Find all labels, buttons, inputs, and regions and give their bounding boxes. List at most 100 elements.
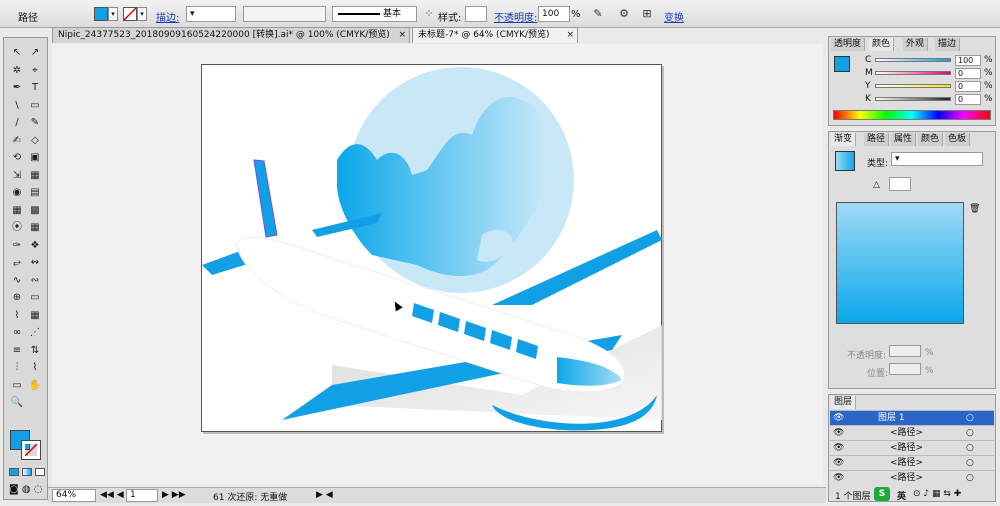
stroke-color-box[interactable]	[21, 440, 41, 460]
tool-icon[interactable]: T	[26, 81, 44, 95]
tool-icon[interactable]: \	[8, 99, 26, 113]
tool-icon[interactable]: ◇	[26, 134, 44, 148]
stop-location-field[interactable]	[889, 363, 921, 375]
tab-document-1[interactable]: Nipic_24377523_20180909160524220000 [转换]…	[52, 27, 410, 43]
tool-icon[interactable]: ▦	[26, 169, 44, 183]
tool-icon[interactable]: ▦	[26, 221, 44, 235]
tab-gradient[interactable]: 渐变	[831, 133, 857, 146]
tool-icon[interactable]: ✋	[26, 379, 44, 393]
tool-icon[interactable]: ↖	[8, 46, 26, 60]
layer-row[interactable]: 👁 <路径> ○	[830, 470, 994, 485]
tab-stroke[interactable]: 描边	[935, 38, 961, 51]
tool-icon[interactable]: ↗	[26, 46, 44, 60]
tool-icon[interactable]: ⇅	[26, 344, 44, 358]
stroke-swatch[interactable]	[123, 7, 137, 21]
tool-icon[interactable]: ⌖	[26, 64, 44, 78]
artboard[interactable]	[201, 64, 662, 432]
layer-row[interactable]: 👁 图层 1 ○	[830, 410, 994, 425]
gradient-mode-icon[interactable]	[22, 468, 32, 476]
draw-mode-icon[interactable]: ◙ ◍ ◌	[9, 484, 43, 495]
tool-icon[interactable]: ∞	[8, 326, 26, 340]
settings-icon[interactable]: ⚙	[616, 6, 632, 22]
target-circle-icon[interactable]: ○	[966, 411, 974, 425]
visibility-eye-icon[interactable]: 👁	[833, 471, 844, 485]
channel-slider[interactable]	[875, 84, 951, 88]
align-grid-icon[interactable]: ⊞	[639, 6, 655, 22]
tab-color-2[interactable]: 颜色	[918, 133, 944, 146]
color-mode-icon[interactable]	[9, 468, 19, 476]
tool-icon[interactable]: ▤	[26, 186, 44, 200]
layer-row[interactable]: 👁 <路径> ○	[830, 425, 994, 440]
page-field[interactable]: 1	[126, 489, 158, 502]
visibility-eye-icon[interactable]: 👁	[833, 456, 844, 470]
visibility-eye-icon[interactable]: 👁	[833, 426, 844, 440]
tool-icon[interactable]: ▦	[8, 204, 26, 218]
tool-icon[interactable]: ✎	[26, 116, 44, 130]
tool-icon[interactable]: ✲	[8, 64, 26, 78]
align-icon[interactable]: ⁘	[421, 6, 437, 22]
ime-language[interactable]: 英	[897, 489, 906, 502]
tool-icon[interactable]: ⌇	[26, 361, 44, 375]
tool-icon[interactable]: ∿	[8, 274, 26, 288]
gradient-ramp[interactable]	[836, 202, 964, 324]
tool-icon[interactable]: ✍	[8, 134, 26, 148]
target-circle-icon[interactable]: ○	[966, 426, 974, 440]
gradient-preview-swatch[interactable]	[835, 151, 855, 171]
close-icon[interactable]: ×	[398, 28, 406, 43]
tab-transparency[interactable]: 透明度	[831, 38, 866, 51]
ime-toolbar-icons[interactable]: ⊙ ♪ ▦ ⇆ ✚	[913, 489, 961, 499]
tab-attributes[interactable]: 属性	[891, 133, 917, 146]
tool-icon[interactable]: ❖	[26, 239, 44, 253]
tab-layers[interactable]: 图层	[831, 396, 857, 409]
recolor-icon[interactable]: ✎	[590, 6, 606, 22]
channel-slider[interactable]	[875, 58, 951, 62]
next-page-icon[interactable]: ▶ ▶▶	[162, 490, 186, 500]
tab-swatches[interactable]: 色板	[945, 133, 971, 146]
tool-icon[interactable]: ✒	[8, 81, 26, 95]
visibility-eye-icon[interactable]: 👁	[833, 441, 844, 455]
target-circle-icon[interactable]: ○	[966, 441, 974, 455]
tool-icon[interactable]: ✑	[8, 239, 26, 253]
tab-document-2[interactable]: 未标题-7* @ 64% (CMYK/预览) ×	[412, 27, 578, 43]
close-icon[interactable]: ×	[566, 28, 574, 43]
tool-icon[interactable]: ⫶	[8, 361, 26, 375]
tail-fin[interactable]	[253, 159, 278, 238]
brush-definition[interactable]: 基本	[332, 6, 417, 22]
tool-icon[interactable]: ⦿	[8, 221, 26, 235]
tool-icon[interactable]: ⌇	[8, 309, 26, 323]
channel-value[interactable]: 0	[955, 68, 981, 79]
tab-pathfinder[interactable]: 路径	[864, 133, 890, 146]
tool-icon[interactable]: ▭	[26, 99, 44, 113]
angle-field[interactable]	[889, 177, 911, 191]
tab-color[interactable]: 颜色	[869, 38, 895, 51]
ime-logo-icon[interactable]: S	[874, 487, 890, 501]
tool-icon[interactable]: ▭	[8, 379, 26, 393]
color-spectrum[interactable]	[833, 110, 991, 120]
stroke-dropdown[interactable]: ▾	[137, 7, 147, 21]
stop-opacity-field[interactable]	[889, 345, 921, 357]
stroke-label[interactable]: 描边:	[156, 9, 179, 24]
status-menu-icon[interactable]: ▶ ◀	[316, 490, 333, 500]
tool-icon[interactable]: ▭	[26, 291, 44, 305]
layer-row[interactable]: 👁 <路径> ○	[830, 440, 994, 455]
target-circle-icon[interactable]: ○	[966, 456, 974, 470]
tool-icon[interactable]: ⥂	[8, 256, 26, 270]
tool-icon[interactable]: ▩	[26, 204, 44, 218]
variable-width-profile[interactable]	[243, 6, 326, 22]
zoom-field[interactable]: 64%	[52, 489, 96, 502]
channel-value[interactable]: 100	[955, 55, 981, 66]
tool-icon[interactable]: 🔍	[8, 396, 26, 410]
fill-dropdown[interactable]: ▾	[108, 7, 118, 21]
visibility-eye-icon[interactable]: 👁	[833, 411, 844, 425]
tool-icon[interactable]: ◉	[8, 186, 26, 200]
gradient-type-select[interactable]: ▾	[891, 152, 983, 166]
channel-slider[interactable]	[875, 97, 951, 101]
channel-value[interactable]: 0	[955, 94, 981, 105]
tool-icon[interactable]: ≡	[8, 344, 26, 358]
tool-icon[interactable]: /	[8, 116, 26, 130]
tool-icon[interactable]: ⇲	[8, 169, 26, 183]
opacity-label[interactable]: 不透明度:	[494, 9, 537, 24]
stroke-weight-field[interactable]: ▾	[186, 6, 236, 22]
delete-stop-icon[interactable]: 🗑	[969, 204, 980, 214]
layer-row[interactable]: 👁 <路径> ○	[830, 455, 994, 470]
